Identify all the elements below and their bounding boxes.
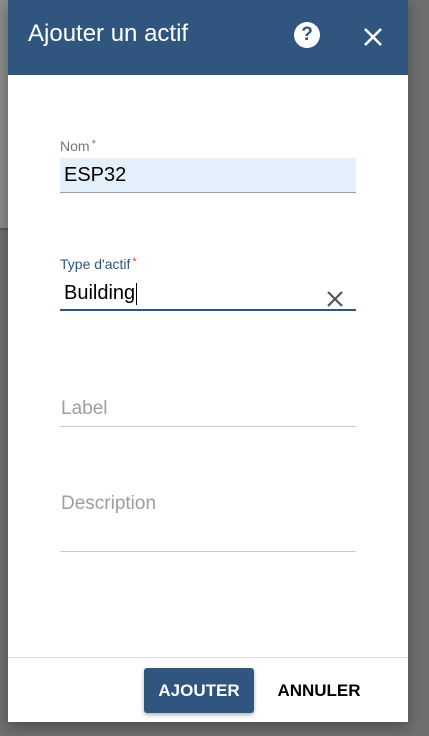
clear-icon xyxy=(327,291,343,307)
asset-type-label: Type d'actif * xyxy=(60,256,356,272)
name-required-mark: * xyxy=(91,138,96,150)
asset-type-input-value: Building xyxy=(64,282,136,304)
clear-asset-type-button[interactable] xyxy=(326,285,344,307)
description-input-placeholder: Description xyxy=(61,493,157,514)
label-input-underline xyxy=(60,426,356,427)
asset-type-input[interactable]: Building xyxy=(60,276,356,311)
close-button[interactable] xyxy=(362,26,384,48)
name-field-label: Nom * xyxy=(60,138,356,154)
asset-type-required-mark: * xyxy=(132,256,137,268)
dialog-header: Ajouter un actif ? xyxy=(8,0,408,75)
help-circle-icon: ? xyxy=(294,22,320,48)
name-label-text: Nom xyxy=(60,138,90,154)
name-field: Nom * ESP32 xyxy=(60,138,356,193)
cancel-button[interactable]: ANNULER xyxy=(266,668,372,713)
add-button[interactable]: AJOUTER xyxy=(144,668,254,713)
close-icon xyxy=(364,28,382,46)
description-input-underline xyxy=(60,551,356,552)
add-asset-dialog: Ajouter un actif ? Nom * ESP32 Type d'act… xyxy=(8,0,408,722)
name-input-value: ESP32 xyxy=(64,164,127,186)
asset-type-label-text: Type d'actif xyxy=(60,256,131,272)
name-input[interactable]: ESP32 xyxy=(60,158,356,193)
asset-type-field: Type d'actif * Building xyxy=(60,256,356,311)
dialog-title: Ajouter un actif xyxy=(28,20,189,47)
label-input-placeholder: Label xyxy=(61,398,108,419)
footer-divider xyxy=(8,657,408,658)
help-button[interactable]: ? xyxy=(294,22,322,50)
text-caret xyxy=(136,282,138,305)
